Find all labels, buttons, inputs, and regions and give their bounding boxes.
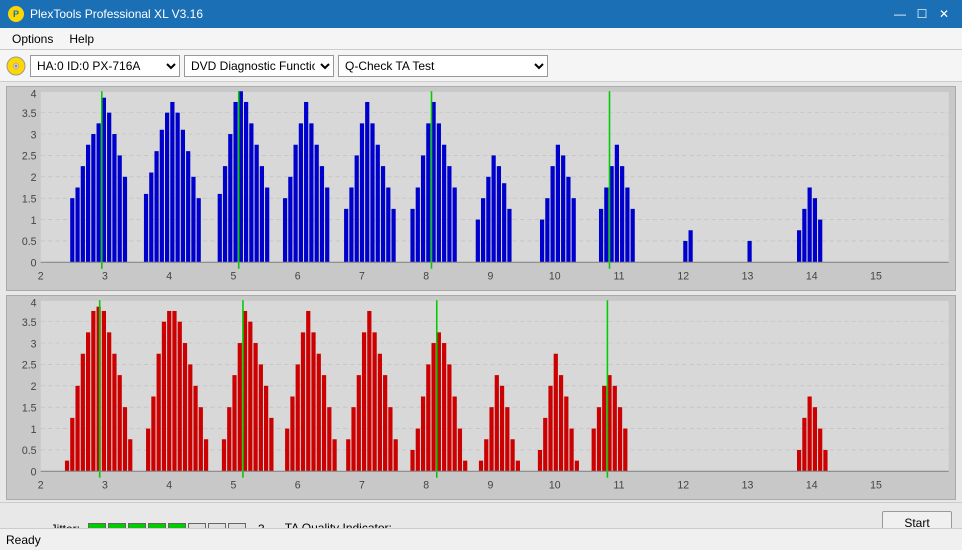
ta-quality-label: TA Quality Indicator: xyxy=(285,521,392,528)
svg-text:1: 1 xyxy=(31,215,37,227)
svg-text:2.5: 2.5 xyxy=(22,151,37,163)
svg-text:4: 4 xyxy=(166,479,172,491)
svg-text:5: 5 xyxy=(231,479,237,491)
test-select[interactable]: Q-Check TA Test xyxy=(338,55,548,77)
toolbar: HA:0 ID:0 PX-716A DVD Diagnostic Functio… xyxy=(0,50,962,82)
svg-text:4: 4 xyxy=(31,89,37,101)
svg-text:6: 6 xyxy=(295,270,301,282)
svg-text:2: 2 xyxy=(38,479,44,491)
ta-quality-area: TA Quality Indicator: Good xyxy=(285,521,392,528)
svg-text:3: 3 xyxy=(102,270,108,282)
drive-selector-group: HA:0 ID:0 PX-716A xyxy=(6,55,180,77)
svg-text:0.5: 0.5 xyxy=(22,236,37,248)
close-button[interactable]: ✕ xyxy=(934,4,954,24)
drive-select[interactable]: HA:0 ID:0 PX-716A xyxy=(30,55,180,77)
drive-icon xyxy=(6,56,26,76)
status-bar: Ready xyxy=(0,528,962,550)
svg-text:2.5: 2.5 xyxy=(22,360,37,372)
svg-text:15: 15 xyxy=(870,479,882,491)
svg-text:1.5: 1.5 xyxy=(22,403,37,415)
app-icon: P xyxy=(8,6,24,22)
bottom-chart: 0 0.5 1 1.5 2 2.5 3 3.5 4 2 3 4 5 6 7 8 … xyxy=(7,296,955,499)
svg-text:10: 10 xyxy=(549,270,561,282)
function-select[interactable]: DVD Diagnostic Functions xyxy=(184,55,334,77)
svg-text:4: 4 xyxy=(166,270,172,282)
svg-text:3.5: 3.5 xyxy=(22,317,37,329)
svg-text:2: 2 xyxy=(31,172,37,184)
start-button[interactable]: Start xyxy=(882,511,952,528)
svg-text:14: 14 xyxy=(806,479,818,491)
svg-text:7: 7 xyxy=(359,479,365,491)
svg-text:7: 7 xyxy=(359,270,365,282)
svg-text:8: 8 xyxy=(423,270,429,282)
top-chart: 0 0.5 1 1.5 2 2.5 3 3.5 4 2 3 4 5 6 7 8 … xyxy=(7,87,955,290)
window-controls: — ☐ ✕ xyxy=(890,4,954,24)
svg-text:5: 5 xyxy=(231,270,237,282)
minimize-button[interactable]: — xyxy=(890,4,910,24)
svg-text:6: 6 xyxy=(295,479,301,491)
start-button-area: Start i xyxy=(882,511,952,528)
svg-text:3: 3 xyxy=(31,338,37,350)
svg-text:0: 0 xyxy=(31,467,37,479)
app-title: PlexTools Professional XL V3.16 xyxy=(30,7,203,21)
bottom-panel: Jitter: 3 Peak Shift: xyxy=(0,502,962,528)
svg-text:12: 12 xyxy=(677,479,689,491)
svg-text:8: 8 xyxy=(423,479,429,491)
svg-text:15: 15 xyxy=(870,270,882,282)
svg-text:9: 9 xyxy=(488,270,494,282)
svg-text:2: 2 xyxy=(38,270,44,282)
title-bar-left: P PlexTools Professional XL V3.16 xyxy=(8,6,203,22)
status-text: Ready xyxy=(6,533,41,547)
charts-area: 0 0.5 1 1.5 2 2.5 3 3.5 4 2 3 4 5 6 7 8 … xyxy=(0,82,962,502)
title-bar: P PlexTools Professional XL V3.16 — ☐ ✕ xyxy=(0,0,962,28)
menu-bar: Options Help xyxy=(0,28,962,50)
main-content: 0 0.5 1 1.5 2 2.5 3 3.5 4 2 3 4 5 6 7 8 … xyxy=(0,82,962,528)
menu-options[interactable]: Options xyxy=(4,30,61,48)
svg-text:14: 14 xyxy=(806,270,818,282)
top-chart-container: 0 0.5 1 1.5 2 2.5 3 3.5 4 2 3 4 5 6 7 8 … xyxy=(6,86,956,291)
maximize-button[interactable]: ☐ xyxy=(912,4,932,24)
bottom-chart-container: 0 0.5 1 1.5 2 2.5 3 3.5 4 2 3 4 5 6 7 8 … xyxy=(6,295,956,500)
svg-text:10: 10 xyxy=(549,479,561,491)
svg-text:0: 0 xyxy=(31,258,37,270)
svg-text:13: 13 xyxy=(742,270,754,282)
svg-text:1.5: 1.5 xyxy=(22,193,37,205)
svg-text:11: 11 xyxy=(614,479,625,491)
svg-text:4: 4 xyxy=(31,298,37,310)
svg-text:11: 11 xyxy=(614,270,625,282)
svg-text:13: 13 xyxy=(742,479,754,491)
svg-text:2: 2 xyxy=(31,381,37,393)
svg-text:3.5: 3.5 xyxy=(22,108,37,120)
svg-text:3: 3 xyxy=(102,479,108,491)
svg-text:9: 9 xyxy=(488,479,494,491)
menu-help[interactable]: Help xyxy=(61,30,102,48)
svg-text:3: 3 xyxy=(31,129,37,141)
svg-text:1: 1 xyxy=(31,424,37,436)
svg-text:0.5: 0.5 xyxy=(22,445,37,457)
svg-text:12: 12 xyxy=(677,270,689,282)
